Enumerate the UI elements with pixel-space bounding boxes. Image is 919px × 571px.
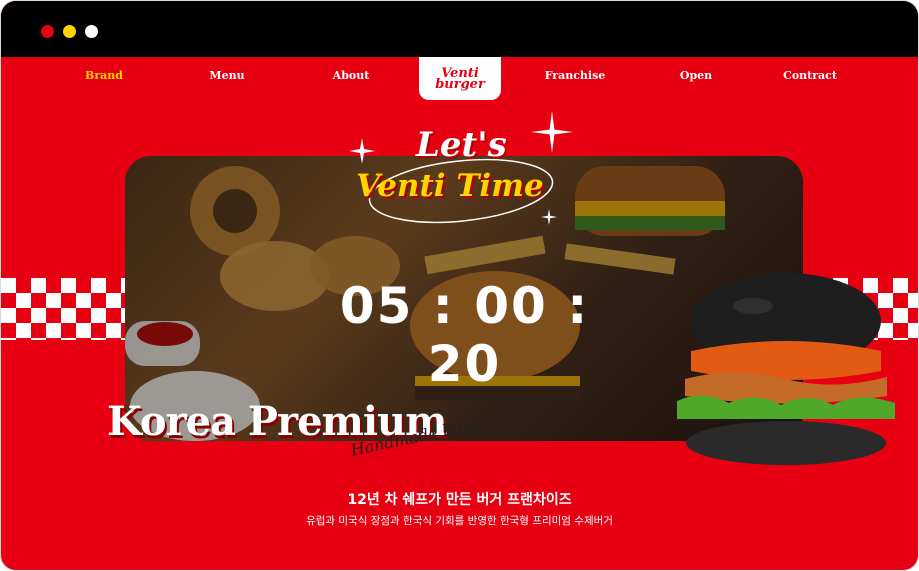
burger-image (677, 273, 895, 465)
nav-menu[interactable]: Menu (209, 69, 244, 82)
nav-about[interactable]: About (333, 69, 370, 82)
browser-window: Brand Menu About Franchise Open Contract… (0, 0, 919, 571)
brand-logo[interactable]: Venti burger (419, 57, 501, 100)
countdown-timer: 05 : 00 : 20 (339, 277, 590, 393)
hero-venti-time-text: Venti Time (356, 168, 544, 204)
hero-lets-text: Let's (416, 125, 507, 165)
hero-headline: 12년 차 쉐프가 만든 버거 프랜차이즈 (347, 492, 572, 508)
logo-line-2: burger (435, 76, 485, 92)
nav-contract[interactable]: Contract (783, 69, 837, 82)
nav-open[interactable]: Open (680, 69, 712, 82)
minimize-dot-icon[interactable] (63, 25, 76, 38)
nav-franchise[interactable]: Franchise (545, 69, 606, 82)
maximize-dot-icon[interactable] (85, 25, 98, 38)
hero-subheadline: 유럽과 미국식 장점과 한국식 기회를 반영한 한국형 프리미엄 수제버거 (306, 515, 613, 527)
checker-pattern-left (1, 278, 125, 340)
nav-brand[interactable]: Brand (85, 69, 123, 82)
close-dot-icon[interactable] (41, 25, 54, 38)
sparkle-icon-large (531, 111, 573, 153)
title-bar (1, 1, 918, 57)
